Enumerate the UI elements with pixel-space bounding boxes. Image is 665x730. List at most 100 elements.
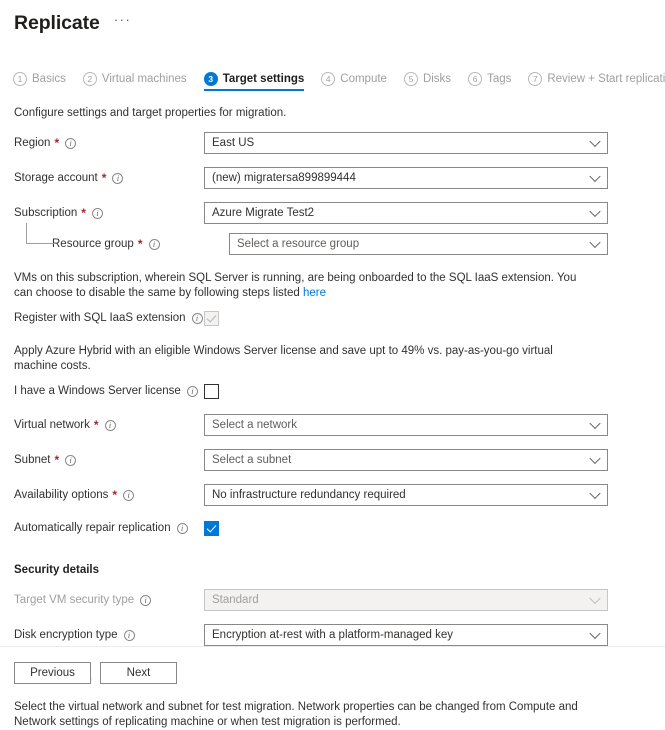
windows-server-license-label-text: I have a Windows Server license [14,385,181,397]
resource-group-select[interactable]: Select a resource group [229,233,608,255]
info-icon[interactable]: i [91,207,103,219]
region-select[interactable]: East US [204,132,608,154]
next-button[interactable]: Next [100,662,177,684]
step-label: Virtual machines [101,73,187,85]
resource-group-label-text: Resource group [52,238,134,250]
required-marker: * [54,453,60,467]
info-icon[interactable]: i [176,522,188,534]
sql-iaas-here-link[interactable]: here [303,287,326,299]
step-disks[interactable]: 5 Disks [403,72,460,91]
field-subscription: Subscription * i Azure Migrate Test2 [14,202,651,224]
subnet-label-text: Subnet [14,454,51,466]
field-subnet: Subnet * i Select a subnet [14,449,651,471]
availability-options-label-text: Availability options [14,489,109,501]
row-register-sql-iaas: Register with SQL IaaS extension i [14,308,651,328]
required-marker: * [93,418,99,432]
step-tags[interactable]: 6 Tags [468,72,520,91]
windows-server-license-checkbox[interactable] [204,383,219,399]
subnet-placeholder: Select a subnet [212,454,292,466]
security-details-heading: Security details [14,564,100,576]
chevron-down-icon [589,487,601,500]
tree-connector-dash [46,243,55,244]
step-basics[interactable]: 1 Basics [13,72,75,91]
field-availability-options: Availability options * i No infrastructu… [14,484,651,506]
target-vm-security-type-label: Target VM security type i [14,594,204,606]
availability-options-value: No infrastructure redundancy required [212,489,406,501]
tree-connector-line [26,223,47,244]
virtual-network-label: Virtual network * i [14,419,204,431]
chevron-down-icon [589,135,601,148]
step-review-start-replication[interactable]: 7 Review + Start replication [528,72,665,91]
availability-options-select[interactable]: No infrastructure redundancy required [204,484,608,506]
target-vm-security-type-select: Standard [204,589,608,611]
info-icon[interactable]: i [123,629,135,641]
info-icon[interactable]: i [123,489,135,501]
windows-server-license-label: I have a Windows Server license i [14,385,204,397]
step-label: Target settings [222,73,305,85]
chevron-down-icon [589,417,601,430]
step-label: Compute [340,73,387,85]
wizard-footer: Previous Next [14,662,177,684]
step-label: Tags [487,73,512,85]
region-label: Region * i [14,137,204,149]
intro-text: Configure settings and target properties… [14,107,287,119]
required-marker: * [137,237,143,251]
page-title: Replicate [14,11,100,34]
step-compute[interactable]: 4 Compute [321,72,396,91]
step-number: 2 [82,72,97,86]
more-options-icon[interactable]: ··· [114,13,132,32]
subnet-select[interactable]: Select a subnet [204,449,608,471]
disk-encryption-type-label-text: Disk encryption type [14,629,118,641]
step-number: 7 [528,72,543,86]
chevron-down-icon [589,592,601,605]
step-virtual-machines[interactable]: 2 Virtual machines [82,72,196,91]
target-vm-security-type-value: Standard [212,594,259,606]
disk-encryption-type-label: Disk encryption type i [14,629,204,641]
register-sql-iaas-checkbox [204,310,219,326]
target-vm-security-type-label-text: Target VM security type [14,594,135,606]
step-number: 6 [468,72,483,86]
row-windows-server-license: I have a Windows Server license i [14,381,651,401]
row-auto-repair-replication: Automatically repair replication i [14,518,651,538]
previous-button[interactable]: Previous [14,662,91,684]
resource-group-placeholder: Select a resource group [237,238,360,250]
step-number: 3 [203,72,218,86]
storage-account-select[interactable]: (new) migratersa899899444 [204,167,608,189]
register-sql-iaas-label: Register with SQL IaaS extension i [14,312,204,324]
info-icon[interactable]: i [112,172,124,184]
form-content: Configure settings and target properties… [0,107,665,730]
info-icon[interactable]: i [191,312,203,324]
info-icon[interactable]: i [65,137,77,149]
field-resource-group: Resource group * i Select a resource gro… [14,223,651,255]
chevron-down-icon [589,452,601,465]
chevron-down-icon [589,236,601,249]
info-icon[interactable]: i [148,238,160,250]
required-marker: * [101,171,107,185]
storage-account-label: Storage account * i [14,172,204,184]
storage-account-value: (new) migratersa899899444 [212,172,356,184]
virtual-network-label-text: Virtual network [14,419,90,431]
azure-hybrid-note: Apply Azure Hybrid with an eligible Wind… [14,345,553,372]
step-target-settings[interactable]: 3 Target settings [203,72,314,91]
sql-iaas-note: VMs on this subscription, wherein SQL Se… [14,271,592,301]
disk-encryption-type-select[interactable]: Encryption at-rest with a platform-manag… [204,624,608,646]
subscription-label: Subscription * i [14,207,204,219]
region-value: East US [212,137,255,149]
field-virtual-network: Virtual network * i Select a network [14,414,651,436]
auto-repair-replication-checkbox[interactable] [204,520,219,536]
subnet-label: Subnet * i [14,454,204,466]
step-number: 4 [321,72,336,86]
step-label: Disks [422,73,452,85]
field-disk-encryption-type: Disk encryption type i Encryption at-res… [14,624,651,646]
info-icon[interactable]: i [140,594,152,606]
chevron-down-icon [589,627,601,640]
subscription-select[interactable]: Azure Migrate Test2 [204,202,608,224]
info-icon[interactable]: i [186,385,198,397]
subscription-label-text: Subscription [14,207,78,219]
info-icon[interactable]: i [104,419,116,431]
page-header: Replicate ··· [0,0,665,38]
required-marker: * [81,206,86,220]
virtual-network-select[interactable]: Select a network [204,414,608,436]
subscription-value: Azure Migrate Test2 [212,207,315,219]
info-icon[interactable]: i [65,454,77,466]
